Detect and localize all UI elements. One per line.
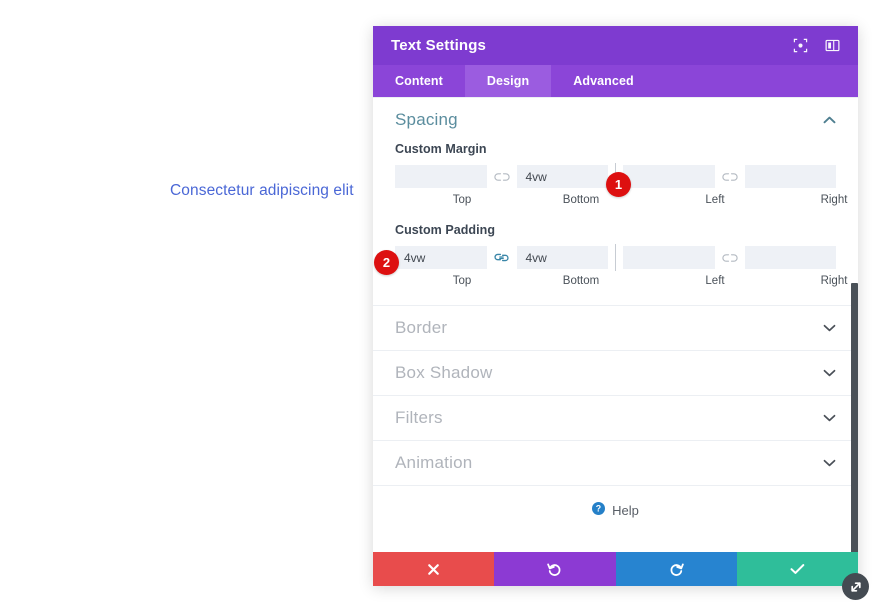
modal-body: Spacing Custom Margin 4vw 1 Top Bottom L…: [373, 97, 858, 552]
padding-left-right-pair: [623, 246, 836, 269]
section-spacing-title: Spacing: [395, 110, 458, 129]
undo-button[interactable]: [494, 552, 616, 586]
chevron-down-icon[interactable]: [822, 324, 836, 333]
margin-left-right-link-icon[interactable]: [715, 172, 745, 182]
section-spacing: Spacing Custom Margin 4vw 1 Top Bottom L…: [373, 98, 858, 305]
padding-left-input[interactable]: [623, 246, 715, 269]
section-spacing-header[interactable]: Spacing: [373, 98, 858, 142]
margin-right-sublabel: Right: [820, 194, 848, 206]
section-filters[interactable]: Filters: [373, 395, 858, 440]
margin-bottom-input[interactable]: 4vw: [516, 165, 608, 188]
custom-padding-label: Custom Padding: [395, 223, 496, 237]
custom-padding-sublabels: Top Bottom Left Right: [395, 275, 848, 287]
padding-left-right-link-icon[interactable]: [715, 253, 745, 263]
section-animation-label: Animation: [395, 453, 473, 472]
margin-top-input[interactable]: [395, 165, 487, 188]
padding-top-bottom-pair: 4vw 4vw: [395, 246, 608, 269]
redo-icon: [669, 562, 684, 577]
margin-top-sublabel: Top: [452, 194, 472, 206]
padding-bottom-input[interactable]: 4vw: [516, 246, 608, 269]
custom-margin-inputs: 4vw 1: [395, 163, 836, 197]
panel-scrollbar[interactable]: [851, 283, 858, 552]
modal-header: Text Settings: [373, 26, 858, 65]
modal-title: Text Settings: [391, 37, 487, 54]
padding-right-sublabel: Right: [820, 275, 848, 287]
margin-left-sublabel: Left: [705, 194, 725, 206]
padding-left-sublabel: Left: [705, 275, 725, 287]
custom-padding-inputs: 4vw 4vw 2: [374, 244, 836, 275]
section-border-label: Border: [395, 318, 448, 337]
tab-advanced[interactable]: Advanced: [551, 65, 656, 97]
help-icon[interactable]: ?: [592, 501, 606, 520]
page-canvas: Consectetur adipiscing elit Text Setting…: [0, 0, 880, 612]
padding-top-sublabel: Top: [452, 275, 472, 287]
margin-left-right-pair: [623, 165, 836, 188]
tab-content[interactable]: Content: [373, 65, 465, 97]
modal-tabs: Content Design Advanced: [373, 65, 858, 97]
svg-text:?: ?: [596, 503, 601, 513]
annotation-badge-1: 1: [606, 172, 631, 197]
check-icon: [790, 563, 805, 575]
save-button[interactable]: [736, 552, 858, 586]
help-label: Help: [612, 503, 639, 518]
page-body-text: Consectetur adipiscing elit: [170, 182, 354, 199]
modal-action-bar: [373, 552, 858, 586]
chevron-down-icon[interactable]: [822, 459, 836, 468]
annotation-badge-2: 2: [374, 250, 399, 275]
chevron-up-icon[interactable]: [822, 116, 836, 125]
padding-top-bottom-link-icon[interactable]: [487, 252, 517, 263]
undo-icon: [547, 562, 562, 577]
resize-arrow-icon: [850, 581, 861, 592]
margin-left-input[interactable]: [623, 165, 715, 188]
chevron-down-icon[interactable]: [822, 369, 836, 378]
modal-header-actions: [793, 38, 840, 53]
chevron-down-icon[interactable]: [822, 414, 836, 423]
padding-top-input[interactable]: 4vw: [395, 246, 487, 269]
field-group-custom-padding: Custom Padding 4vw 4vw 2 Top Bottom Left…: [373, 223, 858, 287]
close-icon: [427, 563, 440, 576]
margin-right-input[interactable]: [744, 165, 836, 188]
redo-button[interactable]: [615, 552, 737, 586]
section-animation[interactable]: Animation: [373, 440, 858, 485]
section-box-shadow-label: Box Shadow: [395, 363, 493, 382]
section-filters-label: Filters: [395, 408, 443, 427]
section-border[interactable]: Border: [373, 305, 858, 350]
margin-top-bottom-pair: 4vw: [395, 165, 608, 188]
focus-icon[interactable]: [793, 38, 808, 53]
help-row[interactable]: ? Help: [373, 485, 858, 535]
custom-margin-label: Custom Margin: [395, 142, 487, 156]
padding-right-input[interactable]: [744, 246, 836, 269]
tab-design[interactable]: Design: [464, 65, 552, 97]
cancel-button[interactable]: [373, 552, 495, 586]
section-box-shadow[interactable]: Box Shadow: [373, 350, 858, 395]
field-group-custom-margin: Custom Margin 4vw 1 Top Bottom Left Righ…: [373, 142, 858, 206]
padding-bottom-sublabel: Bottom: [562, 275, 600, 287]
text-settings-modal: Text Settings Content Design Advanced Sp…: [373, 26, 858, 586]
layout-columns-icon[interactable]: [825, 38, 840, 53]
padding-column-divider: [615, 244, 616, 271]
margin-top-bottom-link-icon[interactable]: [487, 172, 517, 182]
resize-handle[interactable]: [842, 573, 869, 600]
